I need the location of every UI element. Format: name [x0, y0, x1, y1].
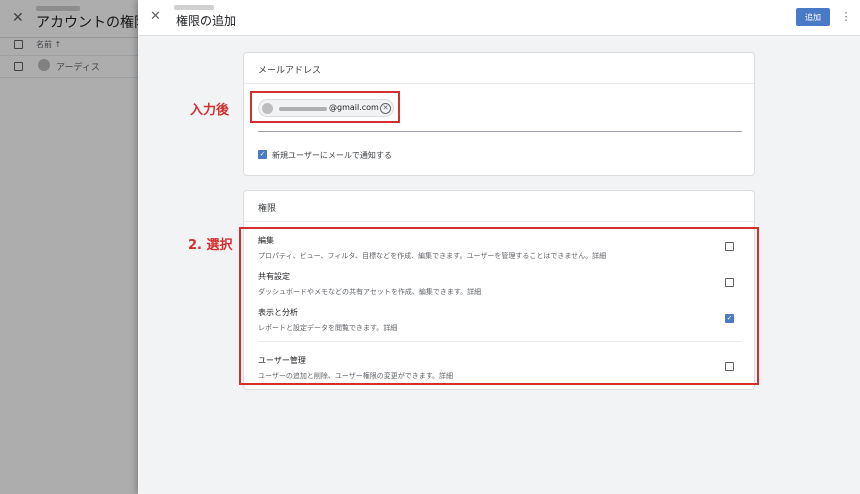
notify-checkbox[interactable]: ✓ — [258, 150, 267, 159]
permissions-card-title: 権限 — [258, 204, 277, 214]
dialog-scrim — [0, 0, 138, 494]
divider — [244, 83, 754, 84]
annotation-box-email — [250, 91, 400, 123]
dialog-title: 権限の追加 — [176, 14, 237, 28]
close-icon[interactable]: ✕ — [150, 9, 161, 24]
annotation-select: 2. 選択 — [188, 238, 233, 253]
annotation-after-input: 入力後 — [190, 103, 230, 118]
notify-label: 新規ユーザーにメールで通知する — [272, 151, 392, 160]
annotation-box-permissions — [239, 227, 759, 385]
dialog-header: ✕ 権限の追加 追加 ⋮ — [138, 0, 860, 36]
add-button[interactable]: 追加 — [796, 8, 830, 26]
add-permission-dialog: ✕ 権限の追加 追加 ⋮ メールアドレス @gmail.com ✕ ✓ 新規ユー… — [138, 0, 860, 494]
more-vert-icon[interactable]: ⋮ — [840, 8, 852, 26]
divider — [244, 221, 754, 222]
email-card-title: メールアドレス — [258, 66, 322, 76]
blurred-account-name — [174, 5, 214, 10]
email-input-underline — [258, 131, 742, 132]
